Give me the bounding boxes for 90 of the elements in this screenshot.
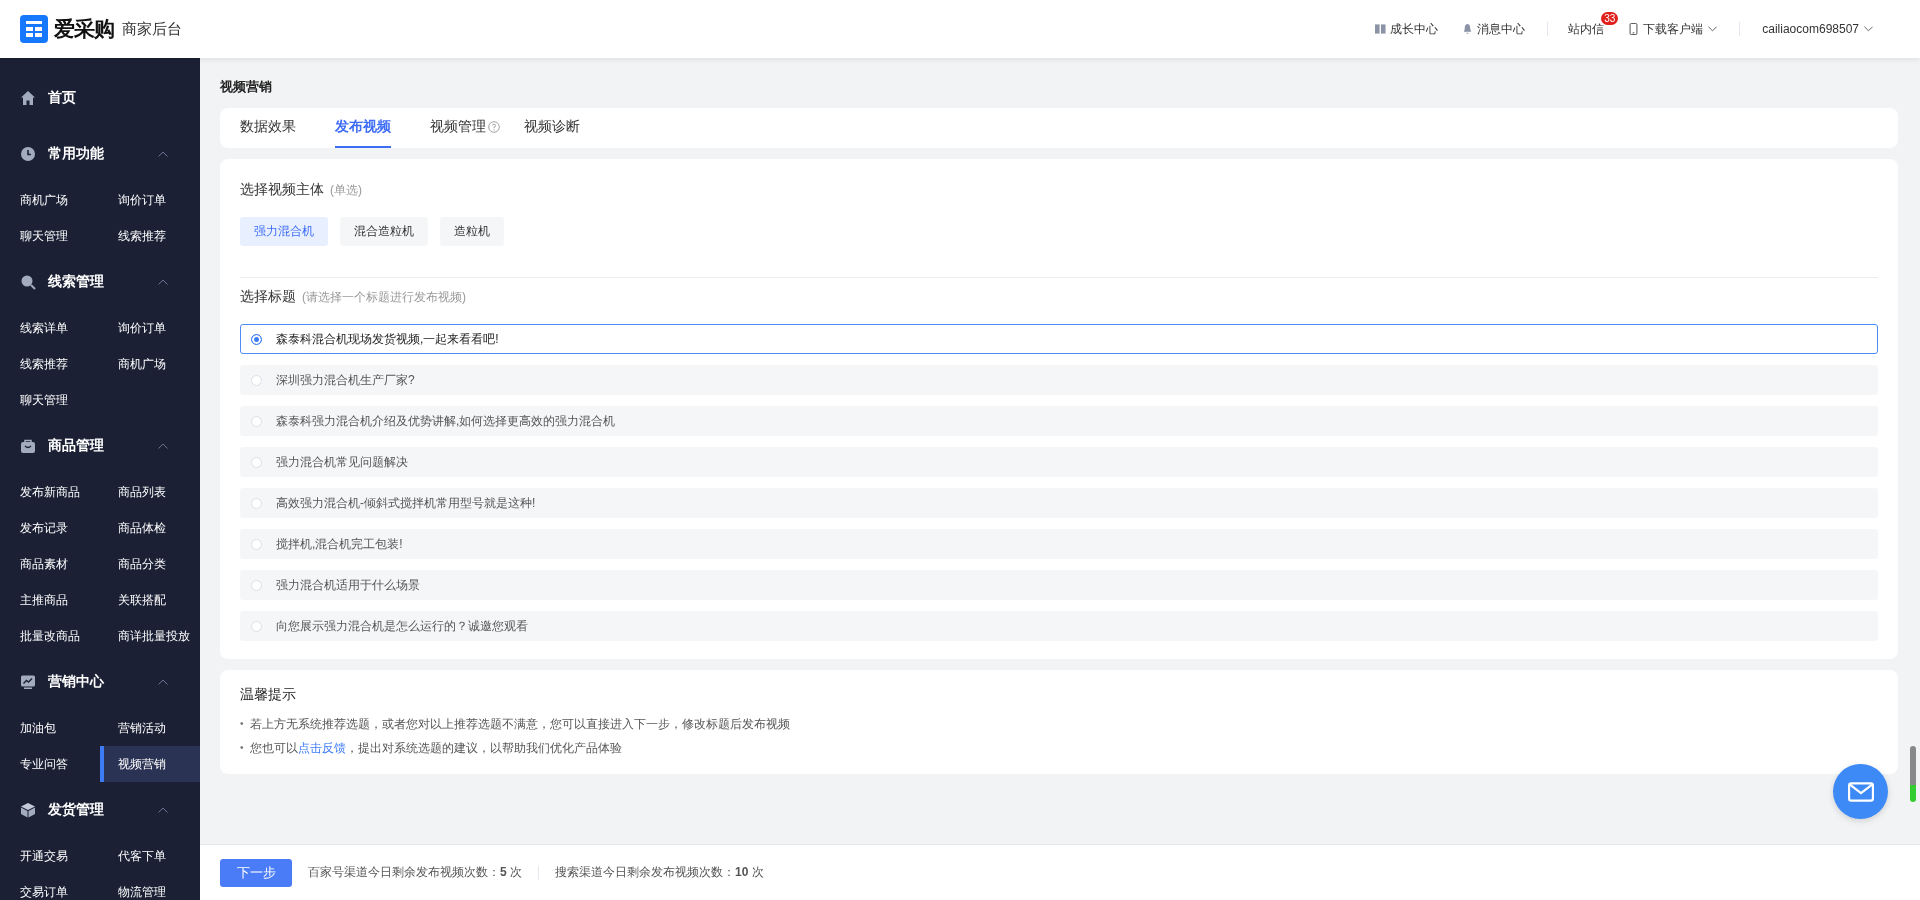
sidebar-item[interactable]: 发布新商品 (0, 474, 100, 510)
sidebar-item[interactable]: 商详批量投放 (100, 618, 200, 654)
sidebar-item[interactable]: 商品列表 (100, 474, 200, 510)
header-link[interactable]: 成长中心 (1375, 20, 1439, 38)
home-icon (20, 90, 36, 106)
box-icon (20, 802, 36, 818)
sidebar-item[interactable]: 商品分类 (100, 546, 200, 582)
sidebar-item[interactable]: 询价订单 (100, 182, 200, 218)
tips-title: 温馨提示 (240, 686, 297, 704)
bell-icon (1462, 23, 1474, 35)
section-label: 选择标题 (240, 288, 296, 306)
chevron-up-icon (158, 279, 168, 285)
sidebar-item[interactable]: 代客下单 (100, 838, 200, 874)
sidebar-item[interactable]: 发布记录 (0, 510, 100, 546)
sidebar-item[interactable]: 询价订单 (100, 310, 200, 346)
header-link[interactable]: 消息中心 (1462, 20, 1526, 38)
tip-text: 您也可以点击反馈，提出对系统选题的建议，以帮助我们优化产品体验 (249, 740, 622, 756)
sidebar-item[interactable]: 主推商品 (0, 582, 100, 618)
tab[interactable]: 视频管理 (430, 108, 500, 148)
chart-icon (20, 674, 36, 690)
sidebar-item[interactable]: 专业问答 (0, 746, 100, 782)
sidebar-item[interactable]: 关联搭配 (100, 582, 200, 618)
chevron-up-icon (158, 679, 168, 685)
next-button[interactable]: 下一步 (220, 858, 292, 887)
title-option[interactable]: 森泰科强力混合机介绍及优势讲解,如何选择更高效的强力混合机 (240, 406, 1878, 436)
tip-text: 若上方无系统推荐选题，或者您对以上推荐选题不满意，您可以直接进入下一步，修改标题后发布视频 (249, 716, 790, 732)
sidebar-section[interactable]: 商品管理 (0, 418, 200, 474)
subject-chip[interactable]: 造粒机 (440, 217, 504, 246)
quota-text: 百家号渠道今日剩余发布视频次数：5 次 (308, 864, 523, 881)
chevron-down-icon (1708, 26, 1718, 32)
search-icon (20, 274, 36, 290)
book-icon (1375, 23, 1387, 35)
section-hint: (请选择一个标题进行发布视频) (302, 289, 466, 306)
sidebar-item[interactable]: 线索推荐 (0, 346, 100, 382)
clock-icon (20, 146, 36, 162)
logo-text: 爱采购 (54, 16, 114, 42)
title-option[interactable]: 深圳强力混合机生产厂家? (240, 365, 1878, 395)
section-hint: (单选) (330, 182, 362, 199)
mail-button[interactable] (1833, 764, 1888, 819)
sidebar-item[interactable]: 加油包 (0, 710, 100, 746)
sidebar-item[interactable]: 物流管理 (100, 874, 200, 900)
title-option[interactable]: 强力混合机常见问题解决 (240, 447, 1878, 477)
bag-icon (20, 438, 36, 454)
sidebar-section[interactable]: 营销中心 (0, 654, 200, 710)
title-option[interactable]: 向您展示强力混合机是怎么运行的？诚邀您观看 (240, 611, 1878, 641)
chevron-up-icon (158, 151, 168, 157)
bullet: • (240, 741, 244, 755)
header-link[interactable]: 下载客户端 (1628, 20, 1718, 38)
tab[interactable]: 视频诊断 (524, 108, 580, 148)
bullet: • (240, 717, 244, 731)
feedback-link[interactable]: 点击反馈 (297, 741, 346, 755)
sidebar-item[interactable]: 聊天管理 (0, 218, 100, 254)
sidebar-section[interactable]: 常用功能 (0, 126, 200, 182)
sidebar-item[interactable]: 视频营销 (100, 746, 200, 782)
sidebar-item[interactable]: 商机广场 (100, 346, 200, 382)
chevron-up-icon (158, 443, 168, 449)
title-option[interactable]: 强力混合机适用于什么场景 (240, 570, 1878, 600)
chevron-up-icon (158, 807, 168, 813)
section-label: 选择视频主体 (240, 181, 324, 199)
chevron-down-icon (1864, 26, 1873, 32)
title-option[interactable]: 高效强力混合机-倾斜式搅拌机常用型号就是这种! (240, 488, 1878, 518)
phone-icon (1628, 23, 1640, 35)
account-menu[interactable]: cailiaocom698507 (1762, 22, 1873, 36)
sidebar-item[interactable]: 商机广场 (0, 182, 100, 218)
sidebar-item[interactable]: 线索推荐 (100, 218, 200, 254)
logo-icon (20, 15, 48, 43)
sidebar-item[interactable]: 营销活动 (100, 710, 200, 746)
app-subtitle: 商家后台 (122, 19, 182, 39)
subject-chip[interactable]: 强力混合机 (240, 217, 328, 246)
subject-chip[interactable]: 混合造粒机 (340, 217, 428, 246)
mail-icon (1847, 781, 1874, 802)
unread-badge: 33 (1601, 11, 1619, 25)
sidebar-item[interactable]: 商品体检 (100, 510, 200, 546)
sidebar-item[interactable]: 线索详单 (0, 310, 100, 346)
quota-text: 搜索渠道今日剩余发布视频次数：10 次 (555, 864, 764, 881)
sidebar-item[interactable]: 聊天管理 (0, 382, 100, 418)
sidebar-section[interactable]: 首页 (0, 70, 200, 126)
sidebar-section[interactable]: 线索管理 (0, 254, 200, 310)
title-option[interactable]: 森泰科混合机现场发货视频,一起来看看吧! (240, 324, 1878, 354)
sidebar-item[interactable]: 批量改商品 (0, 618, 100, 654)
title-option[interactable]: 搅拌机,混合机完工包装! (240, 529, 1878, 559)
sidebar-item[interactable]: 商品素材 (0, 546, 100, 582)
sidebar-item[interactable]: 开通交易 (0, 838, 100, 874)
page-title: 视频营销 (220, 78, 273, 96)
sidebar-section[interactable]: 发货管理 (0, 782, 200, 838)
radio-button[interactable] (251, 333, 262, 345)
tab[interactable]: 数据效果 (240, 108, 296, 148)
tab[interactable]: 发布视频 (335, 108, 391, 148)
scrollbar[interactable] (1910, 746, 1916, 802)
sidebar-item[interactable]: 交易订单 (0, 874, 100, 900)
